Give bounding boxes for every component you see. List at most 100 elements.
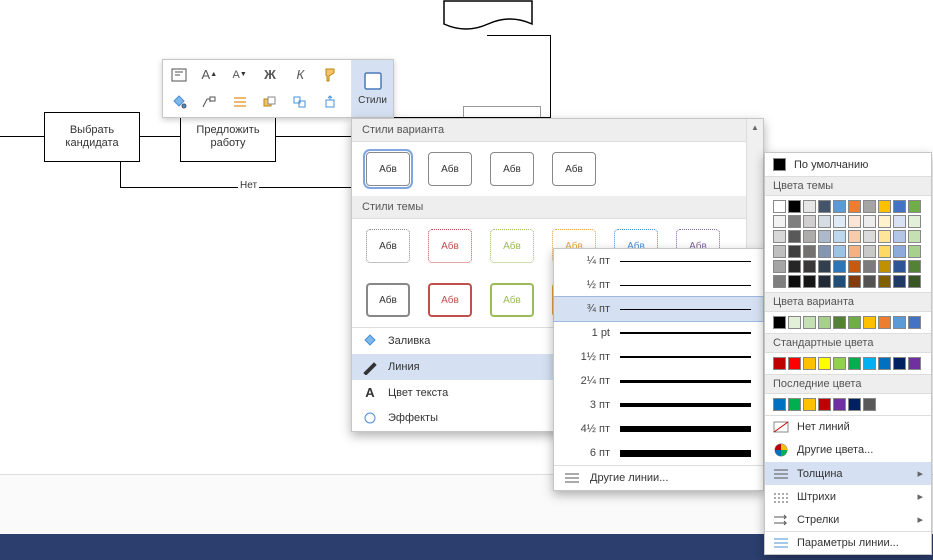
document-shape-top[interactable] [443, 0, 533, 34]
italic-button[interactable]: К [288, 64, 312, 86]
color-swatch[interactable] [833, 200, 846, 213]
color-swatch[interactable] [878, 215, 891, 228]
color-swatch[interactable] [908, 215, 921, 228]
color-swatch[interactable] [773, 245, 786, 258]
default-color-item[interactable]: По умолчанию [765, 153, 931, 176]
font-grow-button[interactable]: A▲ [197, 64, 221, 86]
color-swatch[interactable] [818, 275, 831, 288]
connector-back-v1[interactable] [120, 162, 121, 188]
color-swatch[interactable] [863, 260, 876, 273]
color-swatch[interactable] [833, 316, 846, 329]
color-swatch[interactable] [773, 398, 786, 411]
connector-top-v[interactable] [550, 35, 551, 118]
color-swatch[interactable] [878, 316, 891, 329]
color-swatch[interactable] [818, 260, 831, 273]
color-swatch[interactable] [773, 357, 786, 370]
line-weight-7[interactable]: 4½ пт [554, 417, 763, 441]
color-swatch[interactable] [833, 230, 846, 243]
color-swatch[interactable] [848, 398, 861, 411]
color-swatch[interactable] [848, 215, 861, 228]
color-swatch[interactable] [803, 230, 816, 243]
color-swatch[interactable] [803, 215, 816, 228]
color-swatch[interactable] [803, 275, 816, 288]
style-theme-9[interactable]: Абв [490, 283, 534, 317]
bold-button[interactable]: Ж [258, 64, 282, 86]
color-swatch[interactable] [908, 357, 921, 370]
color-swatch[interactable] [773, 260, 786, 273]
font-shrink-button[interactable]: A▼ [228, 64, 252, 86]
format-painter-button[interactable] [319, 64, 343, 86]
process-select-candidate[interactable]: Выбрать кандидата [44, 112, 140, 162]
style-variant-1[interactable]: Абв [366, 152, 410, 186]
style-variant-4[interactable]: Абв [552, 152, 596, 186]
align-button[interactable] [228, 91, 252, 113]
color-swatch[interactable] [863, 230, 876, 243]
more-colors-item[interactable]: Другие цвета... [765, 438, 931, 462]
color-swatch[interactable] [878, 357, 891, 370]
color-swatch[interactable] [863, 357, 876, 370]
color-swatch[interactable] [893, 215, 906, 228]
color-swatch[interactable] [818, 200, 831, 213]
style-theme-1[interactable]: Абв [366, 229, 410, 263]
color-swatch[interactable] [833, 357, 846, 370]
color-swatch[interactable] [773, 275, 786, 288]
dashes-item[interactable]: Штрихи ▸ [765, 485, 931, 508]
group-button[interactable] [288, 91, 312, 113]
color-swatch[interactable] [818, 398, 831, 411]
color-swatch[interactable] [878, 200, 891, 213]
color-swatch[interactable] [818, 215, 831, 228]
color-swatch[interactable] [773, 215, 786, 228]
color-swatch[interactable] [848, 245, 861, 258]
color-swatch[interactable] [803, 245, 816, 258]
color-swatch[interactable] [773, 316, 786, 329]
color-swatch[interactable] [848, 230, 861, 243]
connector-1[interactable] [0, 136, 44, 137]
line-weight-2[interactable]: ¾ пт [553, 296, 764, 322]
color-swatch[interactable] [878, 260, 891, 273]
color-swatch[interactable] [773, 200, 786, 213]
color-swatch[interactable] [803, 357, 816, 370]
line-options-item[interactable]: Параметры линии... [765, 531, 931, 554]
style-theme-7[interactable]: Абв [366, 283, 410, 317]
color-swatch[interactable] [818, 245, 831, 258]
color-swatch[interactable] [788, 230, 801, 243]
color-swatch[interactable] [908, 245, 921, 258]
color-swatch[interactable] [833, 245, 846, 258]
line-weight-1[interactable]: ½ пт [554, 273, 763, 297]
more-lines-item[interactable]: Другие линии... [554, 465, 763, 490]
color-swatch[interactable] [788, 200, 801, 213]
color-swatch[interactable] [788, 260, 801, 273]
color-swatch[interactable] [803, 200, 816, 213]
color-swatch[interactable] [908, 275, 921, 288]
line-weight-0[interactable]: ¼ пт [554, 249, 763, 273]
color-swatch[interactable] [833, 260, 846, 273]
color-swatch[interactable] [848, 260, 861, 273]
color-swatch[interactable] [863, 245, 876, 258]
color-swatch[interactable] [848, 200, 861, 213]
rotate-button[interactable] [319, 91, 343, 113]
connector-2[interactable] [140, 136, 180, 137]
connector-3[interactable] [276, 136, 353, 137]
arrange-button[interactable] [258, 91, 282, 113]
style-theme-8[interactable]: Абв [428, 283, 472, 317]
color-swatch[interactable] [878, 230, 891, 243]
color-swatch[interactable] [848, 316, 861, 329]
style-variant-2[interactable]: Абв [428, 152, 472, 186]
color-swatch[interactable] [818, 357, 831, 370]
color-swatch[interactable] [893, 260, 906, 273]
color-swatch[interactable] [863, 200, 876, 213]
color-swatch[interactable] [773, 230, 786, 243]
color-swatch[interactable] [788, 215, 801, 228]
color-swatch[interactable] [788, 316, 801, 329]
color-swatch[interactable] [788, 275, 801, 288]
color-swatch[interactable] [863, 398, 876, 411]
color-swatch[interactable] [803, 260, 816, 273]
color-swatch[interactable] [818, 230, 831, 243]
color-swatch[interactable] [908, 316, 921, 329]
arrows-item[interactable]: Стрелки ▸ [765, 508, 931, 531]
color-swatch[interactable] [863, 215, 876, 228]
color-swatch[interactable] [893, 230, 906, 243]
color-swatch[interactable] [908, 200, 921, 213]
line-weight-8[interactable]: 6 пт [554, 441, 763, 465]
text-box-button[interactable] [167, 64, 191, 86]
